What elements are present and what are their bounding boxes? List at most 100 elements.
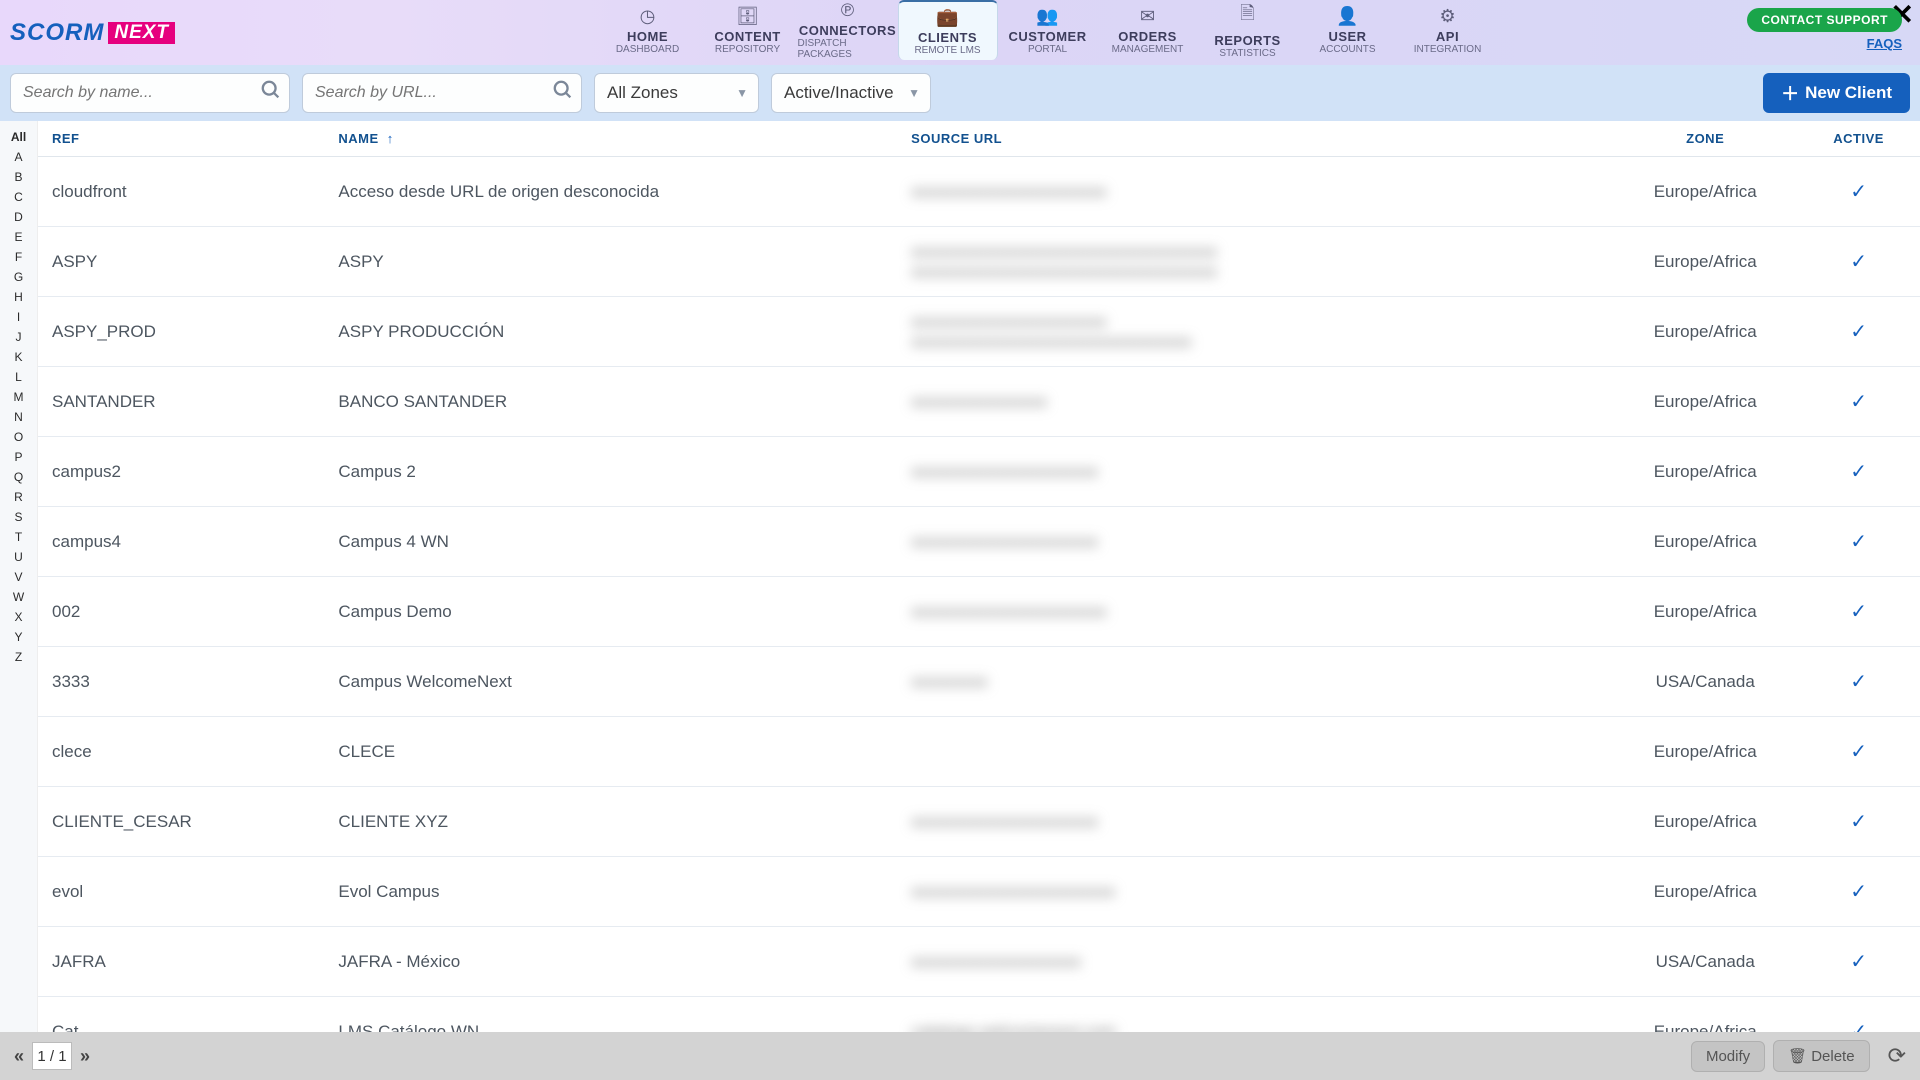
alpha-k[interactable]: K xyxy=(14,347,22,367)
cell-url: xxxxxxxxxxxxxxxx xyxy=(897,367,1613,437)
alpha-y[interactable]: Y xyxy=(14,627,22,647)
nav-user[interactable]: 👤 USER ACCOUNTS xyxy=(1298,0,1398,60)
nav-sub: MANAGEMENT xyxy=(1112,44,1184,55)
clients-table: REF NAME ↑ SOURCE URL ZONE ACTIVE cloudf… xyxy=(38,121,1920,1032)
check-icon: ✓ xyxy=(1850,531,1867,553)
alpha-h[interactable]: H xyxy=(14,287,23,307)
alpha-w[interactable]: W xyxy=(13,587,24,607)
table-row[interactable]: JAFRA JAFRA - México xxxxxxxxxxxxxxxxxxx… xyxy=(38,927,1920,997)
page-first-icon[interactable]: « xyxy=(14,1046,24,1067)
top-nav-bar: ✕ SCORM NEXT ◷ HOME DASHBOARD🗄 CONTENT R… xyxy=(0,0,1920,65)
delete-button[interactable]: 🗑 Delete xyxy=(1773,1040,1869,1072)
table-row[interactable]: ASPY_PROD ASPY PRODUCCIÓN xxxxxxxxxxxxxx… xyxy=(38,297,1920,367)
table-row[interactable]: evol Evol Campus xxxxxxxxxxxxxxxxxxxxxxx… xyxy=(38,857,1920,927)
table-row[interactable]: CLIENTE_CESAR CLIENTE XYZ xxxxxxxxxxxxxx… xyxy=(38,787,1920,857)
alpha-q[interactable]: Q xyxy=(14,467,23,487)
nav-label: USER xyxy=(1328,29,1366,44)
zone-dropdown[interactable]: All Zones ▼ xyxy=(594,73,759,113)
search-url-input[interactable] xyxy=(302,73,582,113)
col-zone[interactable]: ZONE xyxy=(1613,121,1797,157)
nav-customer[interactable]: 👥 CUSTOMER PORTAL xyxy=(998,0,1098,60)
cell-active: ✓ xyxy=(1797,297,1920,367)
alpha-p[interactable]: P xyxy=(14,447,22,467)
cell-url: xxxxxxxxxxxxxxxxxxxxxxx xyxy=(897,157,1613,227)
table-row[interactable]: Cat LMS Catálogo WN catalogo.welcomenext… xyxy=(38,997,1920,1033)
cell-url: xxxxxxxxxxxxxxxxxxxxxxxxxxxxxxxxxxxxxxxx… xyxy=(897,227,1613,297)
nav-api[interactable]: ⚙ API INTEGRATION xyxy=(1398,0,1498,60)
url-blurred: xxxxxxxxxxxxxxxx xyxy=(911,392,1599,412)
alpha-v[interactable]: V xyxy=(14,567,22,587)
alpha-o[interactable]: O xyxy=(14,427,23,447)
nav-home[interactable]: ◷ HOME DASHBOARD xyxy=(598,0,698,60)
nav-sub: REPOSITORY xyxy=(715,44,780,55)
search-url-wrap xyxy=(302,73,582,113)
search-icon[interactable] xyxy=(260,79,282,107)
page-last-icon[interactable]: » xyxy=(80,1046,90,1067)
alpha-b[interactable]: B xyxy=(14,167,22,187)
url-blurred: xxxxxxxxxxxxxxxxxxxxxxx xyxy=(911,312,1599,332)
cell-active: ✓ xyxy=(1797,157,1920,227)
col-active[interactable]: ACTIVE xyxy=(1797,121,1920,157)
new-client-button[interactable]: ＋ New Client xyxy=(1763,73,1910,113)
status-dropdown[interactable]: Active/Inactive ▼ xyxy=(771,73,931,113)
nav-sub: DASHBOARD xyxy=(616,44,679,55)
alpha-e[interactable]: E xyxy=(14,227,22,247)
search-icon[interactable] xyxy=(552,79,574,107)
table-row[interactable]: cloudfront Acceso desde URL de origen de… xyxy=(38,157,1920,227)
alpha-a[interactable]: A xyxy=(14,147,22,167)
table-row[interactable]: SANTANDER BANCO SANTANDER xxxxxxxxxxxxxx… xyxy=(38,367,1920,437)
faqs-link[interactable]: FAQS xyxy=(1867,36,1902,51)
status-selected: Active/Inactive xyxy=(784,83,894,103)
search-name-input[interactable] xyxy=(10,73,290,113)
alpha-x[interactable]: X xyxy=(14,607,22,627)
alpha-all[interactable]: All xyxy=(11,127,26,147)
col-name[interactable]: NAME ↑ xyxy=(324,121,897,157)
modify-button[interactable]: Modify xyxy=(1691,1041,1765,1072)
nav-sub: INTEGRATION xyxy=(1414,44,1482,55)
table-row[interactable]: campus4 Campus 4 WN xxxxxxxxxxxxxxxxxxxx… xyxy=(38,507,1920,577)
alpha-c[interactable]: C xyxy=(14,187,23,207)
table-row[interactable]: ASPY ASPY xxxxxxxxxxxxxxxxxxxxxxxxxxxxxx… xyxy=(38,227,1920,297)
table-row[interactable]: 3333 Campus WelcomeNext xxxxxxxxx USA/Ca… xyxy=(38,647,1920,717)
cell-name: ASPY PRODUCCIÓN xyxy=(324,297,897,367)
refresh-icon[interactable]: ⟳ xyxy=(1888,1043,1906,1069)
alpha-t[interactable]: T xyxy=(15,527,22,547)
cell-ref: campus2 xyxy=(38,437,324,507)
table-row[interactable]: 002 Campus Demo xxxxxxxxxxxxxxxxxxxxxxx … xyxy=(38,577,1920,647)
nav-clients[interactable]: 💼 CLIENTS REMOTE LMS xyxy=(898,0,998,60)
cell-zone: Europe/Africa xyxy=(1613,997,1797,1033)
nav-sub: ACCOUNTS xyxy=(1319,44,1375,55)
url-blurred: xxxxxxxxxxxxxxxxxxxxxxxxxxxxxxxxxxxx xyxy=(911,262,1599,282)
alpha-z[interactable]: Z xyxy=(15,647,22,667)
nav-connectors[interactable]: ℗ CONNECTORS DISPATCH PACKAGES xyxy=(798,0,898,60)
cell-url: xxxxxxxxxxxxxxxxxxxxxx xyxy=(897,437,1613,507)
cell-zone: Europe/Africa xyxy=(1613,227,1797,297)
alpha-j[interactable]: J xyxy=(16,327,22,347)
table-row[interactable]: campus2 Campus 2 xxxxxxxxxxxxxxxxxxxxxx … xyxy=(38,437,1920,507)
alpha-r[interactable]: R xyxy=(14,487,23,507)
alpha-s[interactable]: S xyxy=(14,507,22,527)
nav-orders[interactable]: ✉ ORDERS MANAGEMENT xyxy=(1098,0,1198,60)
cell-name: JAFRA - México xyxy=(324,927,897,997)
alpha-n[interactable]: N xyxy=(14,407,23,427)
main-nav: ◷ HOME DASHBOARD🗄 CONTENT REPOSITORY℗ CO… xyxy=(598,0,1498,65)
cell-name: ASPY xyxy=(324,227,897,297)
table-row[interactable]: clece CLECE Europe/Africa ✓ xyxy=(38,717,1920,787)
alpha-i[interactable]: I xyxy=(17,307,20,327)
nav-content[interactable]: 🗄 CONTENT REPOSITORY xyxy=(698,0,798,60)
alpha-f[interactable]: F xyxy=(15,247,22,267)
alpha-m[interactable]: M xyxy=(14,387,24,407)
clients-table-wrap[interactable]: REF NAME ↑ SOURCE URL ZONE ACTIVE cloudf… xyxy=(38,121,1920,1032)
contact-support-button[interactable]: CONTACT SUPPORT xyxy=(1747,8,1902,32)
nav-reports[interactable]: 🗎 REPORTS STATISTICS xyxy=(1198,0,1298,60)
alpha-d[interactable]: D xyxy=(14,207,23,227)
alpha-l[interactable]: L xyxy=(15,367,22,387)
col-ref[interactable]: REF xyxy=(38,121,324,157)
col-url[interactable]: SOURCE URL xyxy=(897,121,1613,157)
cell-name: Campus Demo xyxy=(324,577,897,647)
alpha-g[interactable]: G xyxy=(14,267,23,287)
alpha-u[interactable]: U xyxy=(14,547,23,567)
zone-selected: All Zones xyxy=(607,83,678,103)
cell-name: Campus 2 xyxy=(324,437,897,507)
nav-label: CONNECTORS xyxy=(799,23,896,38)
